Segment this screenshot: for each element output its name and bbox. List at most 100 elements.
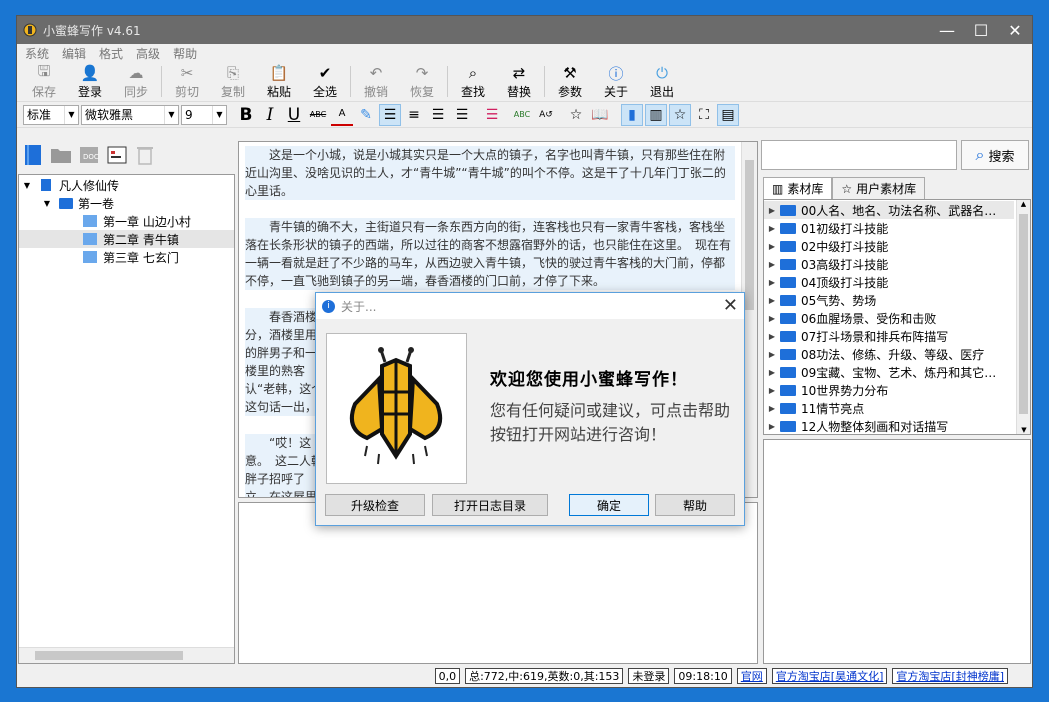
outline-icon[interactable] xyxy=(105,143,129,167)
taobao-store-link-2[interactable]: 官方淘宝店[封神榜庸] xyxy=(892,668,1008,684)
expand-arrow-icon[interactable]: ▶ xyxy=(764,224,780,233)
align-right-icon[interactable]: ☰ xyxy=(427,104,449,126)
expand-arrow-icon[interactable]: ▶ xyxy=(764,368,780,377)
style-select[interactable]: 标准 ▼ xyxy=(23,104,79,125)
library-item[interactable]: ▶ 02中级打斗技能 xyxy=(764,237,1014,255)
library-item[interactable]: ▶ 00人名、地名、功法名称、武器名… xyxy=(764,201,1014,219)
vertical-scrollbar[interactable]: ▲ ▼ xyxy=(1016,200,1030,434)
cloud-sync-button[interactable]: ☁ 同步 xyxy=(113,62,159,101)
search-button[interactable]: ⌕ 搜索 xyxy=(961,140,1029,170)
official-site-link[interactable]: 官网 xyxy=(736,668,767,684)
update-check-button[interactable]: 升级检查 xyxy=(325,494,425,516)
search-button[interactable]: ⌕ 查找 xyxy=(450,62,496,101)
library-item[interactable]: ▶ 06血腥场景、受伤和击败 xyxy=(764,309,1014,327)
expand-arrow-icon[interactable]: ▶ xyxy=(764,422,780,431)
redo-button[interactable]: ↷ 恢复 xyxy=(399,62,445,101)
clipboard-button[interactable]: 📋 粘贴 xyxy=(256,62,302,101)
expand-arrow-icon[interactable]: ▶ xyxy=(764,314,780,323)
menu-advanced[interactable]: 高级 xyxy=(136,45,160,62)
menu-help[interactable]: 帮助 xyxy=(173,45,197,62)
align-center-icon[interactable]: ≡ xyxy=(403,104,425,126)
italic-button[interactable]: I xyxy=(259,104,281,126)
tree-book-node[interactable]: ▼ 凡人修仙传 xyxy=(19,176,234,194)
menu-system[interactable]: 系统 xyxy=(25,45,49,62)
library-item[interactable]: ▶ 05气势、势场 xyxy=(764,291,1014,309)
expand-icon[interactable]: ▼ xyxy=(39,199,55,208)
align-left-icon[interactable]: ☰ xyxy=(379,103,401,126)
underline-button[interactable]: U xyxy=(283,104,305,126)
tree-chapter-node[interactable]: 第一章 山边小村 xyxy=(19,212,234,230)
open-log-dir-button[interactable]: 打开日志目录 xyxy=(432,494,548,516)
tree-volume-node[interactable]: ▼ 第一卷 xyxy=(19,194,234,212)
expand-arrow-icon[interactable]: ▶ xyxy=(764,296,780,305)
taobao-store-link-1[interactable]: 官方淘宝店[昊通文化] xyxy=(771,668,888,684)
font-select[interactable]: 微软雅黑 ▼ xyxy=(81,104,179,125)
library-view-icon[interactable]: ▥ xyxy=(645,103,667,126)
expand-arrow-icon[interactable]: ▶ xyxy=(764,242,780,251)
replace-button[interactable]: ⇄ 替换 xyxy=(496,62,542,101)
expand-arrow-icon[interactable]: ▶ xyxy=(764,206,780,215)
book-icon[interactable]: 📖 xyxy=(589,104,611,126)
new-folder-icon[interactable] xyxy=(49,143,73,167)
star-outline-icon[interactable]: ☆ xyxy=(565,104,587,126)
font-color-icon[interactable]: A xyxy=(331,104,353,126)
dialog-close-button[interactable]: ✕ xyxy=(723,295,738,316)
expand-arrow-icon[interactable]: ▶ xyxy=(764,386,780,395)
material-preview[interactable] xyxy=(763,439,1031,664)
scrollbar-thumb[interactable] xyxy=(35,651,183,660)
notes-icon[interactable]: ▤ xyxy=(717,103,739,126)
expand-arrow-icon[interactable]: ▶ xyxy=(764,278,780,287)
strikethrough-button[interactable]: ABC xyxy=(307,104,329,126)
fullscreen-icon[interactable]: ⛶ xyxy=(693,104,715,126)
library-item[interactable]: ▶ 09宝藏、宝物、艺术、炼丹和其它… xyxy=(764,363,1014,381)
size-select[interactable]: 9 ▼ xyxy=(181,104,227,125)
tools-button[interactable]: ⚒ 参数 xyxy=(547,62,593,101)
scroll-up-icon[interactable]: ▲ xyxy=(1017,200,1030,208)
scroll-down-icon[interactable]: ▼ xyxy=(1017,426,1030,434)
tab-material-library[interactable]: ▥ 素材库 xyxy=(763,177,833,199)
copy-button[interactable]: ⎘ 复制 xyxy=(210,62,256,101)
check-all-button[interactable]: ✔ 全选 xyxy=(302,62,348,101)
new-doc-icon[interactable]: DOC xyxy=(77,143,101,167)
ok-button[interactable]: 确定 xyxy=(569,494,649,516)
help-button[interactable]: 帮助 xyxy=(655,494,735,516)
expand-icon[interactable]: ▼ xyxy=(19,181,35,190)
align-justify-icon[interactable]: ☰ xyxy=(451,104,473,126)
library-item[interactable]: ▶ 04顶级打斗技能 xyxy=(764,273,1014,291)
new-book-icon[interactable] xyxy=(21,143,45,167)
single-book-view-icon[interactable]: ▮ xyxy=(621,103,643,126)
expand-arrow-icon[interactable]: ▶ xyxy=(764,260,780,269)
scissors-button[interactable]: ✂ 剪切 xyxy=(164,62,210,101)
scrollbar-thumb[interactable] xyxy=(1019,214,1028,414)
exit-button[interactable]: ⏻ 退出 xyxy=(639,62,685,101)
save-button[interactable]: 🖫 保存 xyxy=(21,62,67,101)
tree-chapter-node-selected[interactable]: 第二章 青牛镇 xyxy=(19,230,234,248)
library-item[interactable]: ▶ 10世界势力分布 xyxy=(764,381,1014,399)
undo-button[interactable]: ↶ 撤销 xyxy=(353,62,399,101)
menu-edit[interactable]: 编辑 xyxy=(62,45,86,62)
bold-button[interactable]: B xyxy=(235,104,257,126)
horizontal-scrollbar[interactable] xyxy=(19,647,234,663)
scrollbar-thumb[interactable] xyxy=(745,160,754,310)
menu-format[interactable]: 格式 xyxy=(99,45,123,62)
tab-user-library[interactable]: ☆ 用户素材库 xyxy=(832,177,926,199)
library-item[interactable]: ▶ 12人物整体刻画和对话描写 xyxy=(764,417,1014,434)
user-button[interactable]: 👤 登录 xyxy=(67,62,113,101)
line-spacing-icon[interactable]: ☰ xyxy=(481,104,503,126)
notes-area[interactable] xyxy=(238,502,758,664)
library-item[interactable]: ▶ 01初级打斗技能 xyxy=(764,219,1014,237)
text-replace-icon[interactable]: A↺ xyxy=(535,104,557,126)
minimize-button[interactable]: — xyxy=(930,16,964,44)
highlighter-icon[interactable]: ✎ xyxy=(355,104,377,126)
expand-arrow-icon[interactable]: ▶ xyxy=(764,350,780,359)
expand-arrow-icon[interactable]: ▶ xyxy=(764,404,780,413)
trash-icon[interactable] xyxy=(133,143,157,167)
library-item[interactable]: ▶ 07打斗场景和排兵布阵描写 xyxy=(764,327,1014,345)
maximize-button[interactable]: ☐ xyxy=(964,16,998,44)
library-item[interactable]: ▶ 11情节亮点 xyxy=(764,399,1014,417)
close-button[interactable]: ✕ xyxy=(998,16,1032,44)
info-button[interactable]: ⓘ 关于 xyxy=(593,62,639,101)
expand-arrow-icon[interactable]: ▶ xyxy=(764,332,780,341)
library-item[interactable]: ▶ 03高级打斗技能 xyxy=(764,255,1014,273)
star-view-icon[interactable]: ☆ xyxy=(669,103,691,126)
